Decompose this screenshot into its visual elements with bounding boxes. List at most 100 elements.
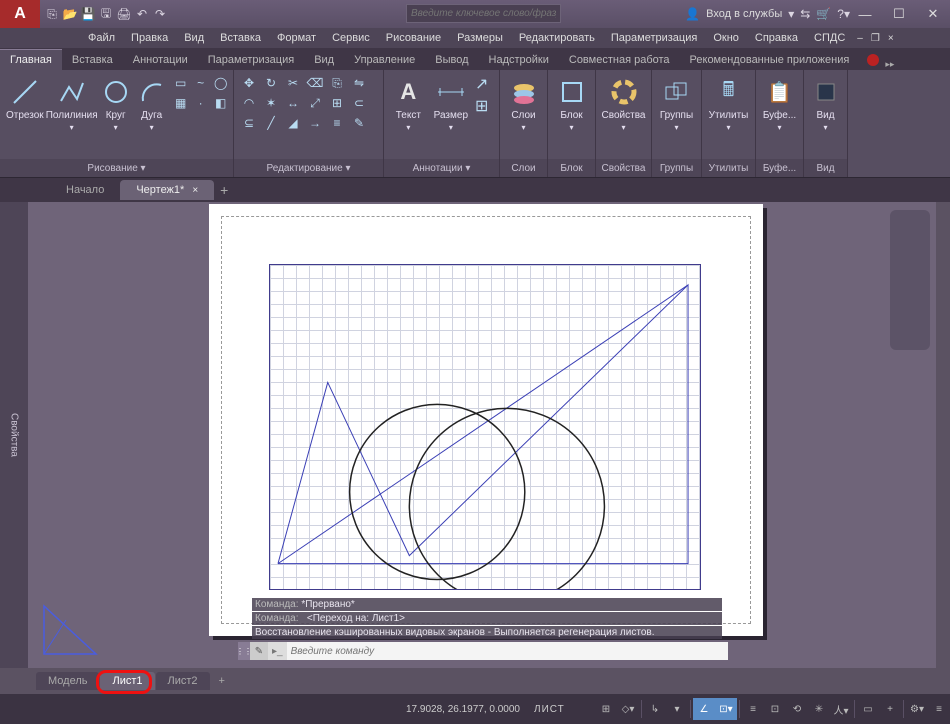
close-button[interactable]: ✕	[916, 0, 950, 28]
region-icon[interactable]: ◧	[212, 94, 230, 112]
hatch-icon[interactable]: ▦	[172, 94, 190, 112]
explode-icon[interactable]: ✶	[262, 94, 280, 112]
scale-icon[interactable]: ⤢	[306, 94, 324, 112]
erase-icon[interactable]: ⌫	[306, 74, 324, 92]
menu-insert[interactable]: Вставка	[212, 30, 269, 46]
ribbon-tab-view[interactable]: Вид	[304, 50, 344, 70]
cmd-drag-handle[interactable]: ⋮⋮	[238, 642, 250, 660]
polyline-button[interactable]: Полилиния▾	[48, 74, 96, 155]
chamfer-icon[interactable]: ◢	[284, 114, 302, 132]
menu-modify[interactable]: Редактировать	[511, 30, 603, 46]
lineweight-toggle-icon[interactable]: ≡	[742, 698, 764, 720]
transparency-toggle-icon[interactable]: ⊡	[764, 698, 786, 720]
layout-tab-sheet1[interactable]: Лист1	[100, 672, 154, 690]
menu-tools[interactable]: Сервис	[324, 30, 378, 46]
line-button[interactable]: Отрезок	[6, 74, 44, 155]
panel-draw-title[interactable]: Рисование ▾	[0, 159, 233, 177]
otrack-toggle-icon[interactable]: ⊡▾	[715, 698, 737, 720]
doc-restore-button[interactable]: ❐	[867, 31, 884, 46]
align-icon[interactable]: ≡	[328, 114, 346, 132]
app-logo[interactable]: A	[0, 0, 40, 28]
maximize-button[interactable]: ☐	[882, 0, 916, 28]
menu-format[interactable]: Формат	[269, 30, 324, 46]
z2-icon[interactable]: +	[879, 698, 901, 720]
edit-icon[interactable]: ✎	[350, 114, 368, 132]
add-layout-button[interactable]: +	[211, 673, 233, 689]
selection-cycle-icon[interactable]: ⟲	[786, 698, 808, 720]
exchange-icon[interactable]: ⇆	[800, 7, 810, 21]
command-input[interactable]	[287, 642, 728, 660]
new-icon[interactable]: ⎘	[44, 6, 60, 22]
panel-annot-title[interactable]: Аннотации ▾	[384, 159, 499, 177]
point-icon[interactable]: ·	[192, 94, 210, 112]
ribbon-tab-manage[interactable]: Управление	[344, 50, 425, 70]
menu-dim[interactable]: Размеры	[449, 30, 511, 46]
viewport[interactable]	[269, 264, 701, 590]
join-icon[interactable]: ⊆	[240, 114, 258, 132]
ribbon-tab-output[interactable]: Вывод	[425, 50, 478, 70]
leader-icon[interactable]: ↗	[475, 74, 493, 92]
copy-icon[interactable]: ⎘	[328, 74, 346, 92]
block-button[interactable]: Блок▾	[554, 74, 589, 155]
utilities-button[interactable]: 🖩Утилиты▾	[708, 74, 749, 155]
ribbon-tab-home[interactable]: Главная	[0, 49, 62, 70]
move-icon[interactable]: ✥	[240, 74, 258, 92]
file-tab-current[interactable]: Чертеж1*×	[120, 180, 214, 200]
text-button[interactable]: AТекст▾	[390, 74, 427, 155]
cmd-recent-icon[interactable]: ✎	[250, 642, 268, 660]
saveas-icon[interactable]: 🖫	[98, 6, 114, 22]
user-icon[interactable]: 👤	[685, 7, 700, 21]
ellipse-icon[interactable]: ◯	[212, 74, 230, 92]
groups-button[interactable]: Группы▾	[658, 74, 695, 155]
properties-button[interactable]: Свойства▾	[602, 74, 646, 155]
view-button[interactable]: Вид▾	[810, 74, 842, 155]
menu-file[interactable]: Файл	[80, 30, 123, 46]
doc-minimize-button[interactable]: –	[853, 31, 867, 46]
break-icon[interactable]: ╱	[262, 114, 280, 132]
grid-toggle-icon[interactable]: ⊞	[595, 698, 617, 720]
polar-toggle-icon[interactable]: ▾	[666, 698, 688, 720]
trim-icon[interactable]: ✂	[284, 74, 302, 92]
layout-tab-model[interactable]: Модель	[36, 672, 99, 690]
layers-button[interactable]: Слои▾	[506, 74, 541, 155]
redo-icon[interactable]: ↷	[152, 6, 168, 22]
status-space[interactable]: ЛИСТ	[526, 704, 573, 715]
undo-icon[interactable]: ↶	[134, 6, 150, 22]
close-tab-icon[interactable]: ×	[192, 185, 198, 196]
cart-icon[interactable]: 🛒	[816, 7, 831, 21]
menu-edit[interactable]: Правка	[123, 30, 176, 46]
menu-view[interactable]: Вид	[176, 30, 212, 46]
save-icon[interactable]: 💾	[80, 6, 96, 22]
ortho-toggle-icon[interactable]: ↳	[644, 698, 666, 720]
chevron-down-icon[interactable]: ▾	[788, 7, 794, 21]
layout-tab-sheet2[interactable]: Лист2	[156, 672, 210, 690]
annoscale-drop-icon[interactable]: 人▾	[830, 698, 852, 720]
customize-icon[interactable]: ≡	[928, 698, 950, 720]
print-icon[interactable]: 🖨	[116, 6, 132, 22]
arc-button[interactable]: Дуга▾	[136, 74, 168, 155]
workspace-switch-icon[interactable]: ⚙▾	[906, 698, 928, 720]
circle-button[interactable]: Круг▾	[100, 74, 132, 155]
fillet-icon[interactable]: ◠	[240, 94, 258, 112]
stretch-icon[interactable]: ↔	[284, 94, 302, 112]
ribbon-tab-insert[interactable]: Вставка	[62, 50, 123, 70]
ribbon-tab-addins[interactable]: Надстройки	[479, 50, 559, 70]
search-input[interactable]	[406, 4, 561, 23]
rotate-icon[interactable]: ↻	[262, 74, 280, 92]
new-tab-button[interactable]: +	[214, 182, 234, 198]
menu-help[interactable]: Справка	[747, 30, 806, 46]
clipboard-button[interactable]: 📋Буфе...▾	[762, 74, 797, 155]
ribbon-tab-param[interactable]: Параметризация	[198, 50, 304, 70]
ribbon-tab-collab[interactable]: Совместная работа	[559, 50, 680, 70]
panel-modify-title[interactable]: Редактирование ▾	[234, 159, 383, 177]
menu-param[interactable]: Параметризация	[603, 30, 705, 46]
table-icon[interactable]: ⊞	[475, 96, 493, 114]
side-palette-properties[interactable]: Свойства	[0, 202, 28, 668]
z1-icon[interactable]: ▭	[857, 698, 879, 720]
menu-spds[interactable]: СПДС	[806, 30, 853, 46]
spline-icon[interactable]: ~	[192, 74, 210, 92]
menu-window[interactable]: Окно	[705, 30, 747, 46]
menu-draw[interactable]: Рисование	[378, 30, 449, 46]
annoscale-icon[interactable]: ✳	[808, 698, 830, 720]
ribbon-tab-annotate[interactable]: Аннотации	[123, 50, 198, 70]
